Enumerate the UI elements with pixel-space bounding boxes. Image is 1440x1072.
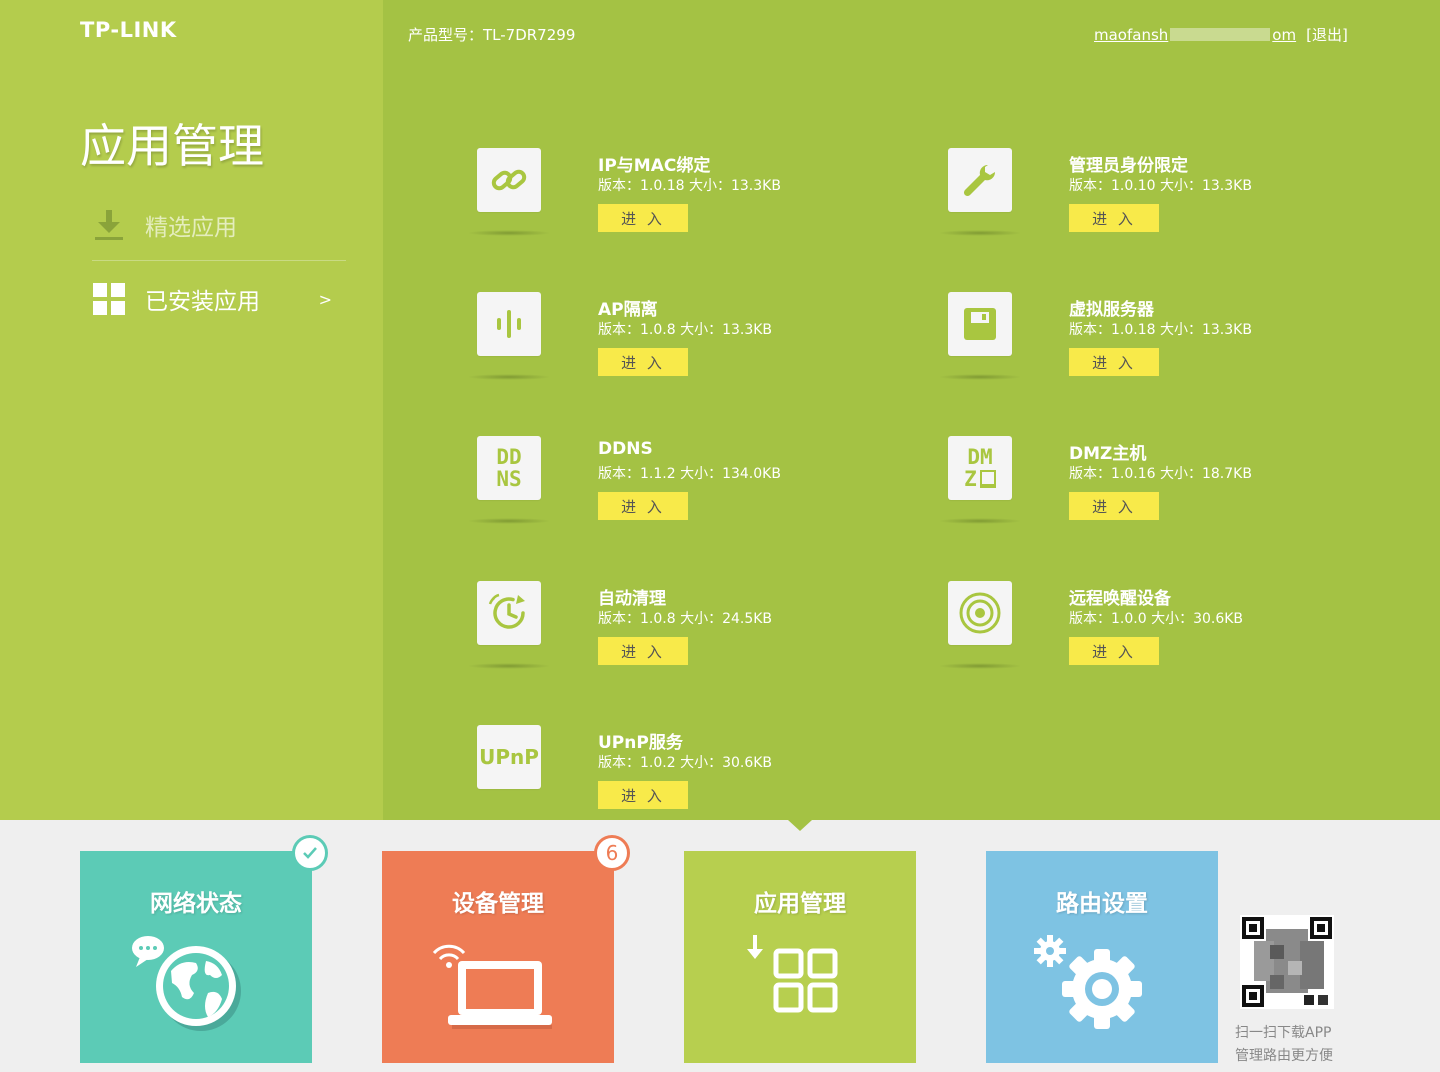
app-card-admin-restriction: 管理员身份限定 版本：1.0.10 大小：13.3KB 进 入 [938, 148, 1308, 268]
check-icon [292, 835, 328, 871]
sidebar-item-label: 已安装应用 [145, 289, 260, 315]
app-version-size: 版本：1.0.18 大小：13.3KB [598, 178, 781, 194]
qr-code-image [1240, 915, 1334, 1009]
user-account: maofansh om [退出] [1094, 24, 1348, 45]
app-name: IP与MAC绑定 [598, 156, 711, 176]
tile-network-status[interactable]: 网络状态 [80, 835, 328, 1063]
app-version-size: 版本：1.0.2 大小：30.6KB [598, 755, 773, 771]
app-name: 远程唤醒设备 [1069, 589, 1171, 609]
tile-label: 路由设置 [1056, 891, 1148, 917]
app-version-size: 版本：1.0.18 大小：13.3KB [1069, 322, 1252, 338]
enter-button[interactable]: 进 入 [1069, 492, 1159, 520]
tile-route-settings[interactable]: 路由设置 [986, 851, 1218, 1063]
redacted-username [1170, 28, 1271, 41]
enter-button[interactable]: 进 入 [598, 781, 688, 809]
username-link-start[interactable]: maofansh [1094, 26, 1168, 44]
dmz-icon: DM Z [948, 436, 1012, 500]
wake-target-icon [948, 581, 1012, 645]
enter-button[interactable]: 进 入 [598, 204, 688, 232]
enter-button[interactable]: 进 入 [1069, 204, 1159, 232]
dmz-icon-line1: DM [967, 445, 993, 469]
icon-shadow [938, 374, 1022, 380]
apps-grid-icon [747, 935, 838, 1013]
enter-button[interactable]: 进 入 [598, 348, 688, 376]
app-card-dmz-host: DM Z DMZ主机 版本：1.0.16 大小：18.7KB 进 入 [938, 436, 1308, 556]
app-card-auto-clean: 自动清理 版本：1.0.8 大小：24.5KB 进 入 [467, 581, 837, 701]
tile-device-management[interactable]: 设备管理 6 [382, 835, 630, 1063]
app-card-virtual-server: 虚拟服务器 版本：1.0.18 大小：13.3KB 进 入 [938, 292, 1308, 412]
app-name: 管理员身份限定 [1069, 156, 1188, 176]
icon-shadow [938, 230, 1022, 236]
sidebar-divider [92, 260, 346, 261]
tile-app-management[interactable]: 应用管理 [684, 851, 916, 1063]
icon-shadow [467, 518, 551, 524]
page-title: 应用管理 [80, 119, 264, 173]
dmz-square-icon [979, 470, 996, 488]
app-name: UPnP服务 [598, 733, 683, 753]
app-name: 自动清理 [598, 589, 666, 609]
enter-button[interactable]: 进 入 [598, 492, 688, 520]
enter-button[interactable]: 进 入 [1069, 348, 1159, 376]
icon-shadow [938, 518, 1022, 524]
icon-shadow [467, 230, 551, 236]
ddns-icon: DD NS [477, 436, 541, 500]
app-version-size: 版本：1.0.8 大小：24.5KB [598, 611, 773, 627]
app-name: 虚拟服务器 [1069, 300, 1154, 320]
app-card-ip-mac-binding: IP与MAC绑定 版本：1.0.18 大小：13.3KB 进 入 [467, 148, 837, 268]
app-name: AP隔离 [598, 300, 658, 320]
icon-shadow [467, 374, 551, 380]
sidebar-item-installed-apps[interactable]: 已安装应用 > [92, 282, 332, 316]
icon-shadow [938, 663, 1022, 669]
laptop-icon [432, 944, 552, 1029]
app-name: DDNS [598, 439, 653, 459]
app-card-upnp: UPnP UPnP服务 版本：1.0.2 大小：30.6KB 进 入 [477, 725, 837, 845]
app-card-ddns: DD NS DDNS 版本：1.1.2 大小：134.0KB 进 入 [467, 436, 837, 556]
ddns-icon-line2: NS [496, 467, 522, 491]
enter-button[interactable]: 进 入 [1069, 637, 1159, 665]
tp-link-logo[interactable]: TP-LINK [80, 18, 177, 42]
username-link-end[interactable]: om [1272, 26, 1296, 44]
auto-clean-icon [477, 581, 541, 645]
app-version-size: 版本：1.0.10 大小：13.3KB [1069, 178, 1252, 194]
link-icon [477, 148, 541, 212]
wrench-icon [948, 148, 1012, 212]
enter-button[interactable]: 进 入 [598, 637, 688, 665]
app-version-size: 版本：1.0.16 大小：18.7KB [1069, 466, 1252, 482]
chevron-right-icon: > [318, 289, 332, 309]
upnp-icon-text: UPnP [479, 745, 539, 769]
product-model: 产品型号：TL-7DR7299 [408, 26, 576, 44]
ddns-icon-line1: DD [496, 445, 522, 469]
sidebar-item-featured-apps[interactable]: 精选应用 [92, 208, 237, 242]
ap-isolation-icon [477, 292, 541, 356]
app-version-size: 版本：1.1.2 大小：134.0KB [598, 466, 781, 482]
tile-label: 设备管理 [452, 891, 544, 917]
dmz-icon-line2: Z [964, 468, 996, 490]
app-card-ap-isolation: AP隔离 版本：1.0.8 大小：13.3KB 进 入 [467, 292, 837, 412]
active-tab-pointer [788, 820, 812, 831]
icon-shadow [467, 663, 551, 669]
qr-caption-line2: 管理路由更方便 [1235, 1048, 1333, 1064]
floppy-icon [948, 292, 1012, 356]
tile-label: 网络状态 [150, 891, 242, 917]
app-version-size: 版本：1.0.0 大小：30.6KB [1069, 611, 1244, 627]
qr-caption: 扫一扫下载APP 管理路由更方便 [1235, 1022, 1333, 1068]
logout-link[interactable]: [退出] [1306, 24, 1348, 45]
app-name: DMZ主机 [1069, 444, 1147, 464]
app-card-remote-wake: 远程唤醒设备 版本：1.0.0 大小：30.6KB 进 入 [938, 581, 1308, 701]
globe-icon [132, 936, 241, 1031]
gear-icon [1034, 935, 1142, 1029]
device-count-badge: 6 [594, 835, 630, 871]
app-version-size: 版本：1.0.8 大小：13.3KB [598, 322, 773, 338]
qr-caption-line1: 扫一扫下载APP [1235, 1025, 1332, 1041]
tile-label: 应用管理 [754, 891, 846, 917]
download-icon [95, 210, 123, 240]
sidebar-item-label: 精选应用 [145, 215, 237, 241]
upnp-icon: UPnP [477, 725, 541, 789]
grid-icon [93, 283, 125, 315]
